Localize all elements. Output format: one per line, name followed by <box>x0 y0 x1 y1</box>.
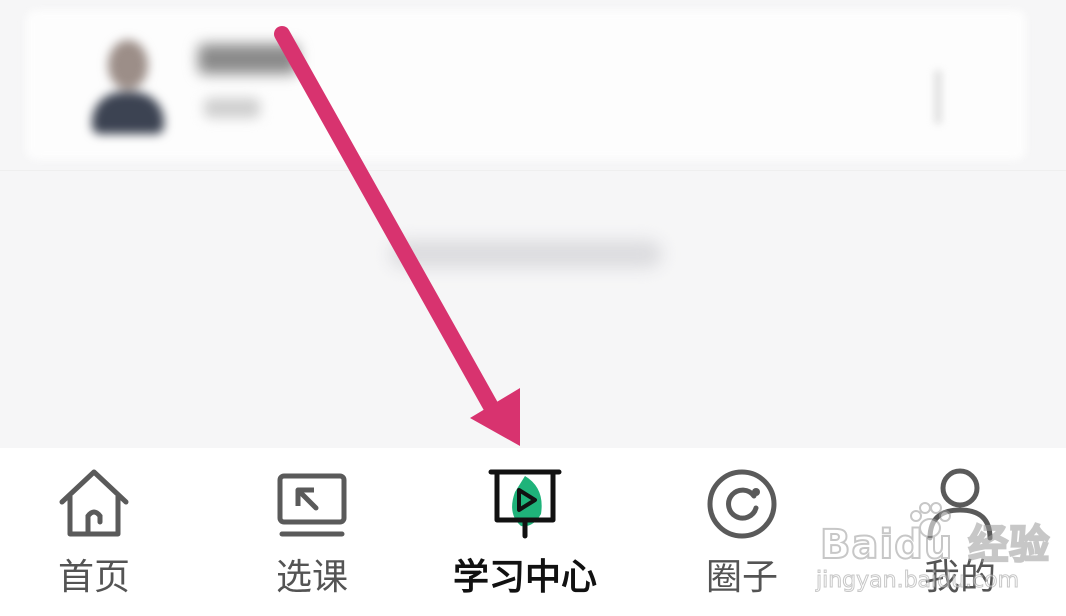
baidu-watermark: Baidu 经验 jingyan.baidu.com <box>812 500 1052 610</box>
paw-icon <box>910 502 951 538</box>
tab-label-course-select: 选课 <box>275 557 348 598</box>
learning-center-icon <box>425 464 625 544</box>
watermark-site: jingyan.baidu.com <box>815 568 1020 594</box>
blurred-card-indicator <box>935 70 941 124</box>
blurred-username <box>198 44 298 74</box>
blurred-content-placeholder <box>390 240 662 268</box>
section-divider <box>0 170 1066 171</box>
app-screen: 首页 选课 学习中心 圈子 我的 Baidu 经验 jingyan.baidu.… <box>0 0 1066 616</box>
avatar <box>88 40 168 135</box>
home-icon <box>0 464 194 544</box>
tab-course-select[interactable]: 选课 <box>212 464 412 614</box>
blurred-subtitle <box>204 98 260 118</box>
tab-learning-center[interactable]: 学习中心 <box>425 464 625 614</box>
profile-card[interactable] <box>26 10 1026 160</box>
course-select-icon <box>212 464 412 544</box>
tab-label-home: 首页 <box>57 557 130 598</box>
tab-label-learning-center: 学习中心 <box>452 557 597 598</box>
tab-home[interactable]: 首页 <box>0 464 194 614</box>
